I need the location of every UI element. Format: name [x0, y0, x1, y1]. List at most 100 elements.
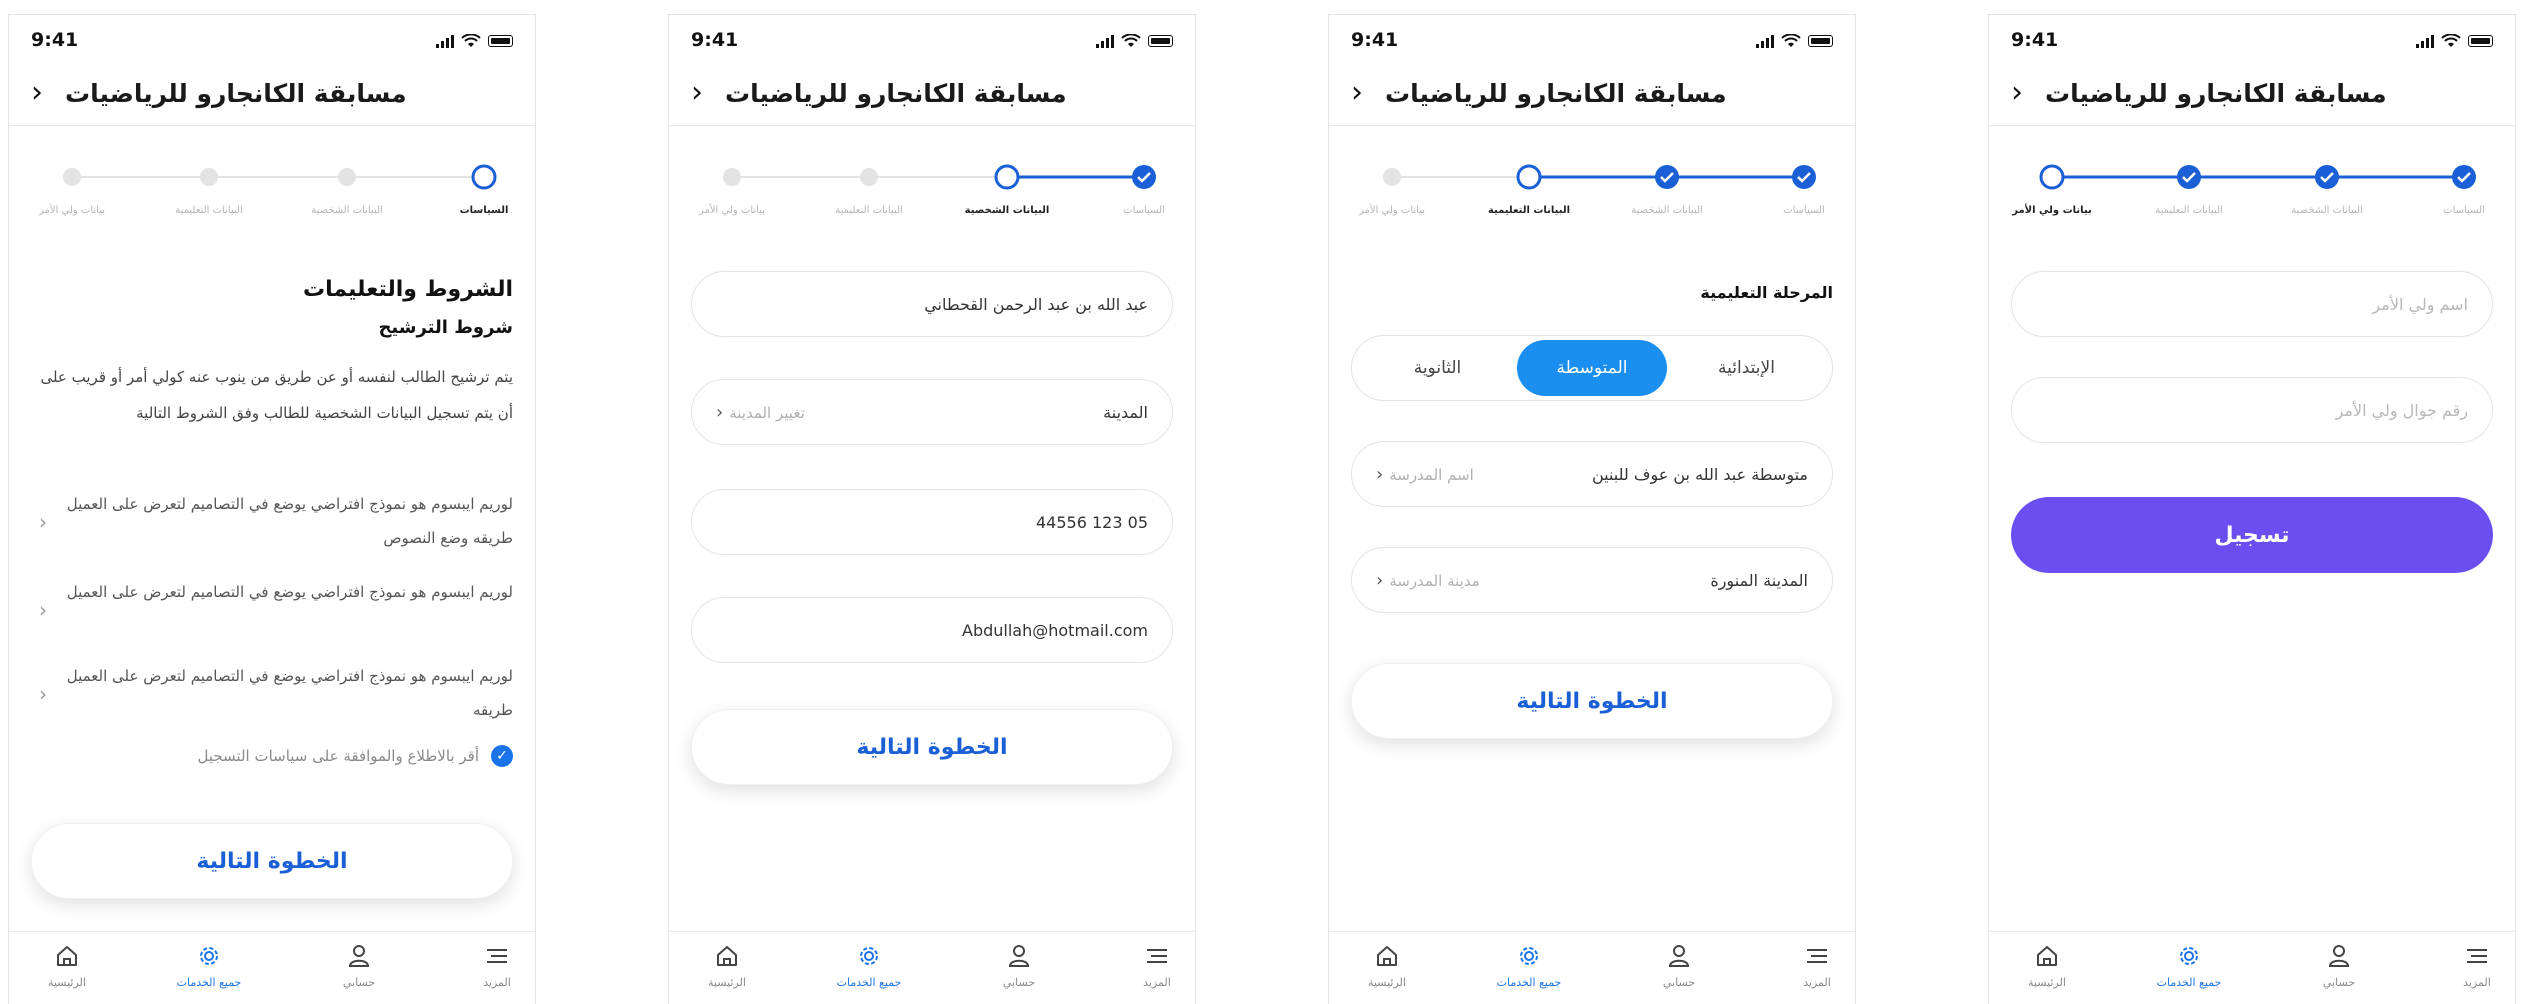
- tab-label: حسابي: [2322, 976, 2356, 989]
- school-city-field[interactable]: المدينة المنورة مدينة المدرسة ‹: [1351, 547, 1833, 613]
- tab-label: المزيد: [1803, 976, 1831, 989]
- school-name-hint: اسم المدرسة: [1389, 465, 1474, 484]
- email-field[interactable]: Abdullah@hotmail.com: [691, 597, 1173, 663]
- tab-more[interactable]: المزيد: [442, 942, 535, 989]
- city-field[interactable]: المدينة تغيير المدينة ‹: [691, 379, 1173, 445]
- wifi-icon: [1121, 34, 1141, 47]
- app-header: مسابقة الكانجارو للرياضيات ‹: [2011, 73, 2493, 113]
- step-label-guardian: بيانات ولي الأمر: [1358, 205, 1425, 216]
- bottom-tab-bar: الرئيسية جميع الخدمات حسابي المزيد: [1989, 931, 2515, 1004]
- tab-account[interactable]: حسابي: [964, 942, 1074, 989]
- services-gear-icon: [2180, 947, 2198, 965]
- signal-icon: [1756, 34, 1774, 48]
- tab-all-services[interactable]: جميع الخدمات: [1474, 942, 1584, 989]
- divider: [669, 125, 1195, 126]
- stepper-track: [2039, 164, 2476, 190]
- home-icon: [2037, 946, 2057, 966]
- step-label-personal: البيانات الشخصية: [964, 205, 1050, 216]
- tab-home[interactable]: الرئيسية: [12, 942, 122, 989]
- tab-label: الرئيسية: [1368, 976, 1406, 989]
- guardian-name-field[interactable]: اسم ولي الأمر: [2011, 271, 2493, 337]
- level-option-secondary[interactable]: الثانوية: [1358, 358, 1517, 378]
- chevron-left-icon[interactable]: ‹: [691, 78, 703, 108]
- step-label-policies: السياسات: [1123, 205, 1165, 216]
- level-option-intermediate-selected[interactable]: المتوسطة: [1517, 340, 1667, 396]
- guardian-phone-field[interactable]: رقم جوال ولي الأمر: [2011, 377, 2493, 443]
- guardian-name-placeholder: اسم ولي الأمر: [2372, 294, 2468, 314]
- tab-more[interactable]: المزيد: [2422, 942, 2515, 989]
- email-value: Abdullah@hotmail.com: [962, 620, 1148, 640]
- battery-icon: [2468, 35, 2493, 47]
- status-bar: 9:41: [1351, 29, 1833, 57]
- step-label-policies: السياسات: [459, 205, 509, 216]
- policy-item[interactable]: لوريم ايبسوم هو نموذج افتراضي يوضع في ال…: [31, 487, 513, 557]
- chevron-left-icon[interactable]: ‹: [1351, 78, 1363, 108]
- tab-home[interactable]: الرئيسية: [672, 942, 782, 989]
- phone-field[interactable]: 05 123 44556: [691, 489, 1173, 555]
- stepper-track: [63, 164, 497, 190]
- step-dot-personal: [338, 168, 356, 186]
- menu-icon: [1147, 949, 1167, 963]
- step-dot-guardian: [63, 168, 81, 186]
- step-label-guardian: بيانات ولي الأمر: [38, 205, 105, 216]
- chevron-left-icon: ‹: [39, 682, 47, 706]
- signal-icon: [1096, 34, 1114, 48]
- school-name-field[interactable]: متوسطة عبد الله بن عوف للبنين اسم المدرس…: [1351, 441, 1833, 507]
- tab-label: حسابي: [342, 976, 376, 989]
- next-step-button[interactable]: الخطوة التالية: [31, 823, 513, 899]
- step-label-guardian: بيانات ولي الأمر: [2012, 205, 2092, 216]
- tab-home[interactable]: الرئيسية: [1332, 942, 1442, 989]
- bottom-tab-bar: الرئيسية جميع الخدمات حسابي المزيد: [9, 931, 535, 1004]
- tab-account[interactable]: حسابي: [304, 942, 414, 989]
- chevron-left-icon[interactable]: ‹: [2011, 78, 2023, 108]
- tab-more[interactable]: المزيد: [1762, 942, 1855, 989]
- school-city-link[interactable]: مدينة المدرسة ‹: [1376, 570, 1480, 591]
- policy-item-text: لوريم ايبسوم هو نموذج افتراضي يوضع في ال…: [66, 495, 513, 547]
- tab-all-services[interactable]: جميع الخدمات: [814, 942, 924, 989]
- tab-all-services[interactable]: جميع الخدمات: [154, 942, 264, 989]
- policy-item-text: لوريم ايبسوم هو نموذج افتراضي يوضع في ال…: [66, 583, 513, 601]
- register-button[interactable]: تسجيل: [2011, 497, 2493, 573]
- next-step-button[interactable]: الخطوة التالية: [691, 709, 1173, 785]
- tab-account[interactable]: حسابي: [1624, 942, 1734, 989]
- step-label-policies: السياسات: [1783, 205, 1825, 216]
- progress-stepper: السياسات البيانات الشخصية البيانات التعل…: [1989, 153, 2515, 223]
- page-title: مسابقة الكانجارو للرياضيات: [2045, 78, 2387, 108]
- step-label-guardian: بيانات ولي الأمر: [698, 205, 765, 216]
- chevron-left-icon[interactable]: ‹: [31, 78, 43, 108]
- school-name-link[interactable]: اسم المدرسة ‹: [1376, 464, 1474, 485]
- tab-all-services[interactable]: جميع الخدمات: [2134, 942, 2244, 989]
- tab-label: الرئيسية: [48, 976, 86, 989]
- student-name-field[interactable]: عبد الله بن عبد الرحمن القحطاني: [691, 271, 1173, 337]
- policy-item[interactable]: لوريم ايبسوم هو نموذج افتراضي يوضع في ال…: [31, 659, 513, 729]
- tab-label: المزيد: [1143, 976, 1171, 989]
- agree-checkbox-row[interactable]: ✓ أقر بالاطلاع والموافقة على سياسات التس…: [31, 745, 513, 767]
- tab-home[interactable]: الرئيسية: [1992, 942, 2102, 989]
- next-step-button[interactable]: الخطوة التالية: [1351, 663, 1833, 739]
- status-time: 9:41: [691, 29, 739, 51]
- app-header: مسابقة الكانجارو للرياضيات ‹: [691, 73, 1173, 113]
- page-title: مسابقة الكانجارو للرياضيات: [1385, 78, 1727, 108]
- tab-account[interactable]: حسابي: [2284, 942, 2394, 989]
- step-dot-education: [200, 168, 218, 186]
- chevron-left-icon: ‹: [1376, 463, 1384, 485]
- checkmark-icon[interactable]: ✓: [491, 745, 513, 767]
- tab-label: الرئيسية: [2028, 976, 2066, 989]
- tab-more[interactable]: المزيد: [1102, 942, 1195, 989]
- chevron-left-icon: ‹: [39, 598, 47, 622]
- change-city-link[interactable]: تغيير المدينة ‹: [716, 402, 805, 423]
- subsection-title: شروط الترشيح: [378, 317, 513, 338]
- step-label-education: البيانات التعليمية: [1487, 205, 1571, 216]
- phone-screen-guardian: 9:41 مسابقة الكانجارو للرياضيات ‹ السياس…: [1988, 14, 2516, 1004]
- divider: [1329, 125, 1855, 126]
- wifi-icon: [2441, 34, 2461, 47]
- page-title: مسابقة الكانجارو للرياضيات: [65, 78, 407, 108]
- step-dot-guardian: [723, 168, 741, 186]
- step-dot-personal-current: [994, 164, 1020, 190]
- home-icon: [717, 946, 737, 966]
- policy-item[interactable]: لوريم ايبسوم هو نموذج افتراضي يوضع في ال…: [31, 575, 513, 645]
- step-label-personal: البيانات الشخصية: [311, 205, 383, 216]
- level-option-primary[interactable]: الإبتدائية: [1667, 358, 1826, 378]
- progress-stepper: السياسات البيانات الشخصية البيانات التعل…: [9, 153, 535, 223]
- education-level-selector: الإبتدائية المتوسطة الثانوية: [1351, 335, 1833, 401]
